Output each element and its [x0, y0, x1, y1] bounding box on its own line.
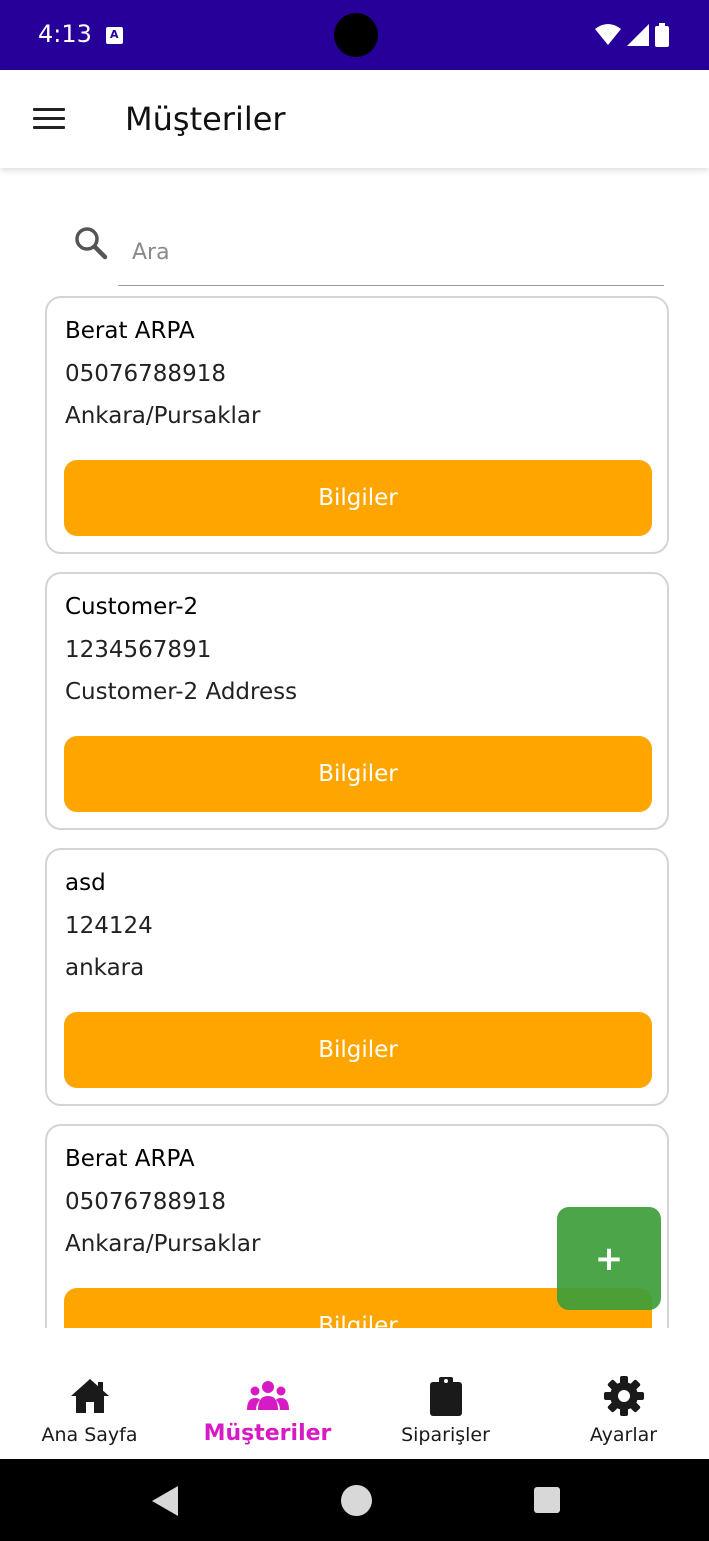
- search-input[interactable]: [118, 220, 664, 286]
- users-icon: [246, 1381, 289, 1410]
- home-icon: [70, 1379, 109, 1413]
- customer-card: Customer-2 1234567891 Customer-2 Address…: [45, 572, 669, 830]
- back-icon[interactable]: [150, 1484, 182, 1518]
- page-title: Müşteriler: [125, 100, 286, 138]
- nav-label-orders: Siparişler: [401, 1424, 490, 1446]
- customer-name: Customer-2: [65, 594, 199, 620]
- search-icon: [75, 227, 108, 260]
- add-customer-button[interactable]: +: [557, 1207, 661, 1310]
- customers-screen: 4:13 Müşteriler Berat ARPA 05076788918 A…: [0, 0, 709, 1541]
- clipboard-icon: [429, 1377, 462, 1416]
- customer-phone: 124124: [65, 913, 153, 939]
- bottom-nav: Ana Sayfa Müşteriler Siparişler Ayarlar: [0, 1328, 709, 1459]
- menu-icon[interactable]: [33, 108, 65, 130]
- customer-name: Berat ARPA: [65, 1146, 195, 1172]
- app-bar: Müşteriler: [0, 70, 709, 168]
- status-bar: 4:13: [0, 0, 709, 70]
- recent-apps-button[interactable]: [534, 1487, 560, 1513]
- nav-label-settings: Ayarlar: [589, 1424, 658, 1446]
- customer-phone: 05076788918: [65, 1189, 226, 1215]
- signal-icon: [627, 24, 649, 46]
- home-button[interactable]: [341, 1485, 372, 1516]
- details-button[interactable]: Bilgiler: [64, 460, 652, 536]
- customer-address: ankara: [65, 955, 145, 981]
- customer-list[interactable]: Berat ARPA 05076788918 Ankara/Pursaklar …: [0, 294, 709, 1328]
- customer-name: Berat ARPA: [65, 318, 195, 344]
- nav-item-settings[interactable]: Ayarlar: [535, 1328, 709, 1459]
- battery-icon: [655, 23, 669, 47]
- camera-cutout: [334, 13, 378, 57]
- customer-card: asd 124124 ankara Bilgiler: [45, 848, 669, 1106]
- customer-address: Customer-2 Address: [65, 679, 298, 705]
- wifi-icon: [595, 24, 621, 45]
- customer-phone: 05076788918: [65, 361, 226, 387]
- details-button[interactable]: Bilgiler: [64, 1012, 652, 1088]
- status-icons: [595, 22, 669, 48]
- customer-address: Ankara/Pursaklar: [65, 1231, 261, 1257]
- nav-label-customers: Müşteriler: [203, 1421, 332, 1446]
- system-nav-bar: [0, 1459, 709, 1541]
- notification-icon: [106, 27, 123, 44]
- status-time: 4:13: [38, 20, 92, 48]
- customer-address: Ankara/Pursaklar: [65, 403, 261, 429]
- nav-item-customers[interactable]: Müşteriler: [179, 1328, 356, 1459]
- customer-phone: 1234567891: [65, 637, 212, 663]
- details-button[interactable]: Bilgiler: [64, 736, 652, 812]
- nav-item-orders[interactable]: Siparişler: [357, 1328, 534, 1459]
- gear-icon: [603, 1376, 644, 1416]
- customer-name: asd: [65, 870, 106, 896]
- nav-label-home: Ana Sayfa: [41, 1424, 138, 1446]
- customer-card: Berat ARPA 05076788918 Ankara/Pursaklar …: [45, 296, 669, 554]
- nav-item-home[interactable]: Ana Sayfa: [1, 1328, 178, 1459]
